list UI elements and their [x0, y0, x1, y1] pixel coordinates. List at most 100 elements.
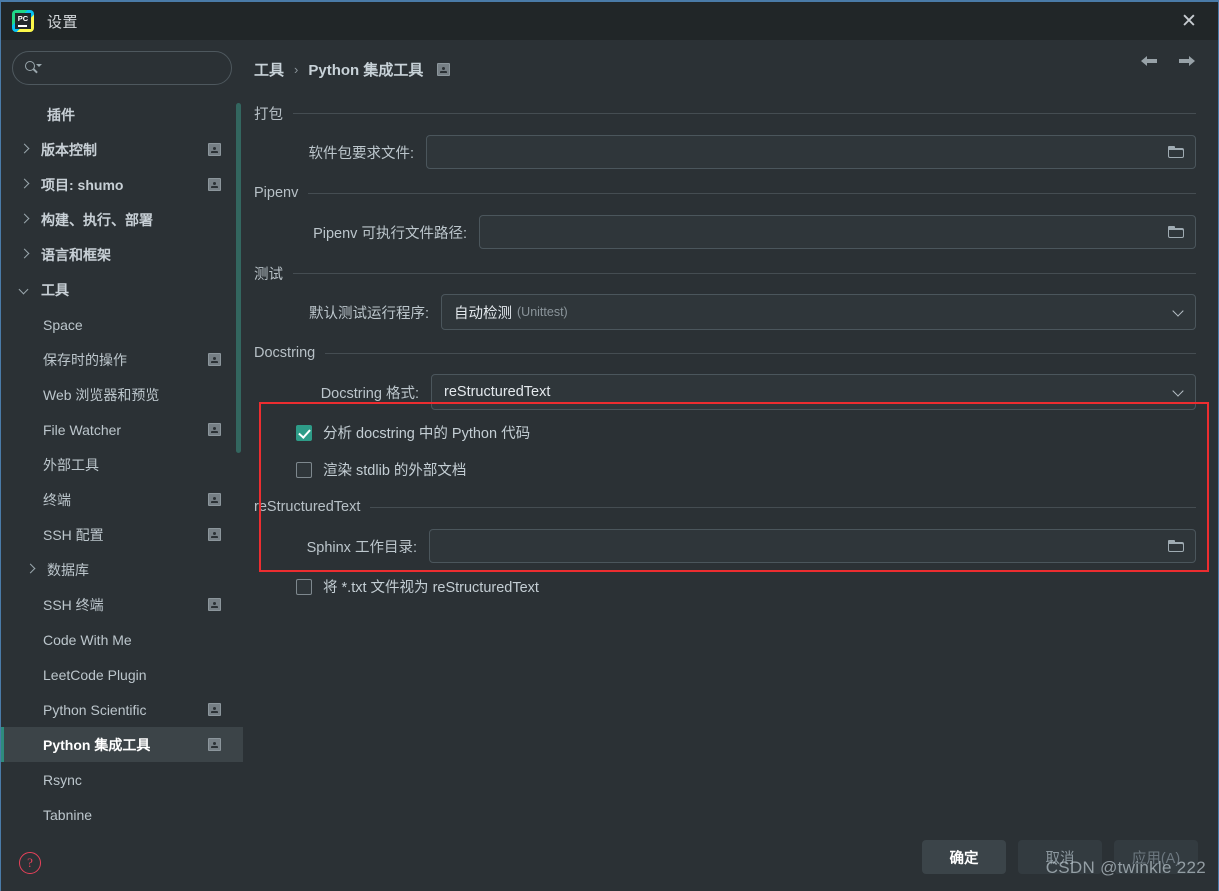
sidebar-item-17[interactable]: Python Scientific — [1, 692, 243, 727]
docstring-format-select[interactable]: reStructuredText — [431, 374, 1196, 410]
project-scope-badge-icon — [208, 178, 221, 191]
sidebar-item-label: LeetCode Plugin — [43, 666, 147, 683]
cancel-button[interactable]: 取消 — [1018, 840, 1102, 874]
sidebar-item-label: 保存时的操作 — [43, 351, 127, 368]
sidebar-item-label: Space — [43, 316, 83, 333]
field-pipenv-executable: Pipenv 可执行文件路径: — [254, 210, 1196, 254]
breadcrumb-root[interactable]: 工具 — [254, 59, 284, 80]
sidebar-item-16[interactable]: LeetCode Plugin — [1, 657, 243, 692]
section-packaging: 打包 软件包要求文件: — [254, 96, 1196, 174]
requirements-input[interactable] — [426, 135, 1196, 169]
checkbox-render-stdlib[interactable]: 渲染 stdlib 的外部文档 — [254, 451, 1196, 488]
sidebar-item-label: 数据库 — [47, 561, 89, 578]
sidebar-item-11[interactable]: 终端 — [1, 482, 243, 517]
arrow-left-icon[interactable] — [1138, 50, 1160, 72]
sphinx-label: Sphinx 工作目录: — [306, 539, 417, 556]
section-testing: 测试 默认测试运行程序: 自动检测 (Unittest) — [254, 256, 1196, 334]
project-scope-badge-icon — [208, 353, 221, 366]
chevron-right-icon[interactable] — [19, 144, 31, 156]
folder-browse-icon[interactable] — [1168, 145, 1185, 160]
navigation-arrows — [1138, 50, 1198, 72]
project-scope-badge-icon — [208, 703, 221, 716]
project-scope-badge-icon — [208, 598, 221, 611]
sidebar-item-label: Tabnine — [43, 806, 93, 823]
sphinx-input[interactable] — [429, 529, 1196, 563]
test-runner-label: 默认测试运行程序: — [308, 305, 429, 322]
field-default-test-runner: 默认测试运行程序: 自动检测 (Unittest) — [254, 290, 1196, 334]
test-runner-value-sub: (Unittest) — [517, 305, 568, 319]
chevron-right-icon[interactable] — [19, 249, 31, 261]
section-title-packaging: 打包 — [254, 106, 283, 123]
close-icon[interactable]: ✕ — [1160, 2, 1218, 40]
sidebar-item-label: 外部工具 — [43, 456, 99, 473]
sidebar-item-8[interactable]: Web 浏览器和预览 — [1, 377, 243, 412]
checkbox-analyze-docstring[interactable]: 分析 docstring 中的 Python 代码 — [254, 414, 1196, 451]
sidebar-item-7[interactable]: 保存时的操作 — [1, 342, 243, 377]
sidebar-item-label: SSH 终端 — [43, 596, 104, 613]
sidebar-item-label: 版本控制 — [41, 141, 97, 158]
sidebar-item-label: 项目: shumo — [41, 176, 124, 193]
chevron-down-icon — [1173, 306, 1185, 318]
sidebar-item-label: Python 集成工具 — [43, 736, 151, 753]
checkbox-treat-txt-label: 将 *.txt 文件视为 reStructuredText — [323, 580, 539, 596]
folder-browse-icon[interactable] — [1168, 225, 1185, 240]
sidebar-item-label: Code With Me — [43, 631, 132, 648]
settings-content: 打包 软件包要求文件: Pipenv Pipenv 可执行文件路径: 测试 默认… — [244, 86, 1218, 605]
sidebar-item-9[interactable]: File Watcher — [1, 412, 243, 447]
arrow-right-icon[interactable] — [1176, 50, 1198, 72]
sidebar-item-4[interactable]: 语言和框架 — [1, 237, 243, 272]
section-title-restructuredtext: reStructuredText — [254, 499, 361, 515]
field-requirements: 软件包要求文件: — [254, 130, 1196, 174]
checkbox-treat-txt[interactable]: 将 *.txt 文件视为 reStructuredText — [254, 568, 1196, 605]
requirements-label: 软件包要求文件: — [308, 145, 414, 162]
sidebar-item-label: 语言和框架 — [41, 246, 111, 263]
sidebar-item-18[interactable]: Python 集成工具 — [1, 727, 243, 762]
search-input[interactable] — [12, 51, 232, 85]
sidebar-scrollbar[interactable] — [236, 103, 241, 453]
chevron-down-icon[interactable] — [19, 284, 31, 296]
sidebar-item-10[interactable]: 外部工具 — [1, 447, 243, 482]
sidebar-item-label: 构建、执行、部署 — [41, 211, 153, 228]
section-title-pipenv: Pipenv — [254, 185, 299, 201]
sidebar-item-19[interactable]: Rsync — [1, 762, 243, 797]
test-runner-select[interactable]: 自动检测 (Unittest) — [441, 294, 1196, 330]
sidebar-item-6[interactable]: Space — [1, 307, 243, 342]
chevron-right-icon[interactable] — [19, 179, 31, 191]
search-icon — [25, 60, 42, 76]
folder-browse-icon[interactable] — [1168, 539, 1185, 554]
settings-sidebar: 插件版本控制项目: shumo 构建、执行、部署 语言和框架工具 Space 保存时的操… — [1, 40, 244, 891]
test-runner-value: 自动检测 — [454, 305, 512, 322]
checkbox-treat-txt-box[interactable] — [296, 578, 312, 595]
sidebar-item-label: Python Scientific — [43, 701, 147, 718]
checkbox-render-stdlib-box[interactable] — [296, 461, 312, 478]
sidebar-item-12[interactable]: SSH 配置 — [1, 517, 243, 552]
docstring-format-value: reStructuredText — [444, 384, 551, 400]
chevron-right-icon[interactable] — [19, 214, 31, 226]
sidebar-item-5[interactable]: 工具 — [1, 272, 243, 307]
section-divider — [370, 506, 1196, 508]
dialog-footer: 确定 取消 应用(A) — [1, 824, 1218, 890]
ok-button[interactable]: 确定 — [922, 840, 1006, 874]
checkbox-analyze-docstring-box[interactable] — [296, 424, 312, 441]
sidebar-item-15[interactable]: Code With Me — [1, 622, 243, 657]
project-scope-badge-icon — [208, 738, 221, 751]
pipenv-executable-input[interactable] — [479, 215, 1196, 249]
dialog-body: 插件 版本控制 项目: shumo 构建、执行、部署 语言和框架 工具 Space 保存时的操… — [1, 40, 1218, 891]
sidebar-item-2[interactable]: 项目: shumo — [1, 167, 243, 202]
sidebar-item-label: SSH 配置 — [43, 526, 104, 543]
sidebar-item-13[interactable]: 数据库 — [1, 552, 243, 587]
sidebar-item-label: 终端 — [43, 491, 71, 508]
section-title-docstring: Docstring — [254, 345, 316, 361]
sidebar-item-14[interactable]: SSH 终端 — [1, 587, 243, 622]
project-scope-badge-icon — [437, 62, 451, 76]
apply-button[interactable]: 应用(A) — [1114, 840, 1198, 874]
sidebar-item-label: File Watcher — [43, 421, 122, 438]
field-sphinx-working-dir: Sphinx 工作目录: — [254, 524, 1196, 568]
project-scope-badge-icon — [208, 423, 221, 436]
sidebar-item-1[interactable]: 版本控制 — [1, 132, 243, 167]
sidebar-item-3[interactable]: 构建、执行、部署 — [1, 202, 243, 237]
sidebar-item-0[interactable]: 插件 — [1, 97, 243, 132]
breadcrumb: 工具 › Python 集成工具 — [244, 40, 1218, 86]
chevron-right-icon[interactable] — [25, 564, 37, 576]
breadcrumb-current: Python 集成工具 — [308, 61, 424, 79]
